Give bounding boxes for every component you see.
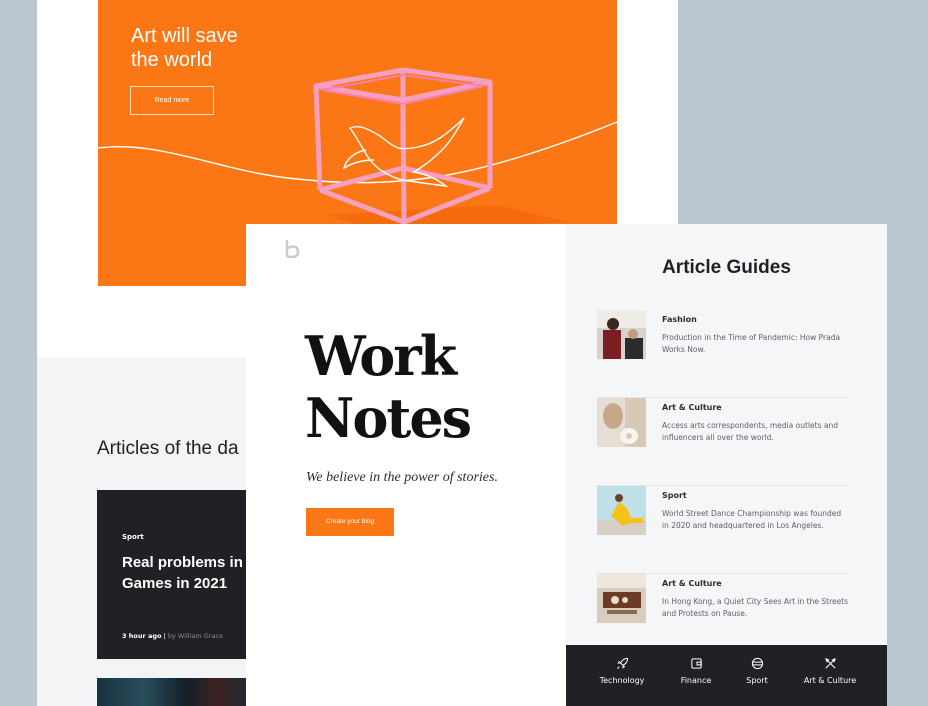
nav-label-technology: Technology bbox=[599, 676, 645, 685]
nav-item-sport[interactable]: Sport bbox=[732, 657, 782, 685]
read-more-button[interactable]: Read more bbox=[130, 86, 214, 115]
guide-description: Access arts correspondents, media outlet… bbox=[662, 421, 838, 442]
brand-title-line-1: Work bbox=[305, 324, 457, 388]
hero-title: Art will save the world bbox=[131, 24, 238, 72]
guide-thumbnail-fashion bbox=[597, 310, 646, 359]
articles-section-title: Articles of the da bbox=[97, 438, 239, 459]
work-notes-page-card: Work Notes We believe in the power of st… bbox=[246, 224, 887, 706]
brand-title: Work Notes bbox=[305, 324, 472, 450]
nav-item-finance[interactable]: Finance bbox=[666, 657, 726, 685]
wallet-icon bbox=[690, 658, 702, 669]
rocket-icon bbox=[616, 657, 628, 669]
featured-article-time: 3 hour ago bbox=[122, 632, 162, 640]
brand-title-line-2: Notes bbox=[305, 386, 472, 450]
category-bottom-nav: Technology Finance Sport Art & Culture bbox=[566, 645, 887, 706]
featured-article-title-line-1: Real problems in bbox=[122, 554, 243, 571]
nav-item-technology[interactable]: Technology bbox=[590, 657, 654, 685]
hero-title-line-1: Art will save bbox=[131, 25, 238, 47]
nav-label-finance: Finance bbox=[680, 676, 712, 685]
nav-label-sport: Sport bbox=[746, 676, 768, 685]
create-blog-button[interactable]: Create your blog bbox=[306, 508, 394, 536]
ball-icon bbox=[751, 657, 763, 670]
featured-article-category: Sport bbox=[122, 533, 144, 541]
guide-description: In Hong Kong, a Quiet City Sees Art in t… bbox=[662, 597, 849, 618]
featured-article-author: by William Grace bbox=[167, 632, 224, 640]
guide-category: Fashion bbox=[662, 315, 697, 324]
guide-item[interactable]: Sport World Street Dance Championship wa… bbox=[597, 486, 850, 574]
guide-category: Sport bbox=[662, 491, 687, 500]
hero-title-line-2: the world bbox=[131, 49, 213, 71]
guide-item[interactable]: Fashion Production in the Time of Pandem… bbox=[597, 310, 850, 398]
featured-article-meta: 3 hour ago | by William Grace bbox=[122, 632, 223, 640]
guide-description: Production in the Time of Pandemic: How … bbox=[662, 333, 841, 354]
nav-label-art-culture: Art & Culture bbox=[803, 676, 857, 685]
guide-thumbnail-art-hongkong bbox=[597, 574, 646, 623]
nav-item-art-culture[interactable]: Art & Culture bbox=[794, 657, 866, 685]
guide-thumbnail-sport bbox=[597, 486, 646, 535]
article-photo-thumbnail[interactable] bbox=[97, 678, 257, 706]
featured-article-card[interactable]: Sport Real problems in Games in 2021 3 h… bbox=[97, 490, 257, 659]
featured-article-title[interactable]: Real problems in Games in 2021 bbox=[122, 552, 257, 594]
brushes-icon bbox=[824, 658, 836, 669]
guide-item[interactable]: Art & Culture Access arts correspondents… bbox=[597, 398, 850, 486]
guide-description: World Street Dance Championship was foun… bbox=[662, 509, 842, 530]
guide-category: Art & Culture bbox=[662, 403, 722, 412]
b-logo-icon[interactable] bbox=[284, 240, 300, 258]
guide-category: Art & Culture bbox=[662, 579, 722, 588]
brand-pane: Work Notes We believe in the power of st… bbox=[246, 224, 566, 706]
article-guides-pane: Article Guides Fashion Production in the… bbox=[566, 224, 887, 706]
article-guides-title: Article Guides bbox=[662, 257, 791, 278]
brand-tagline: We believe in the power of stories. bbox=[306, 470, 498, 485]
featured-article-title-line-2: Games in 2021 bbox=[122, 575, 228, 592]
guide-thumbnail-art bbox=[597, 398, 646, 447]
